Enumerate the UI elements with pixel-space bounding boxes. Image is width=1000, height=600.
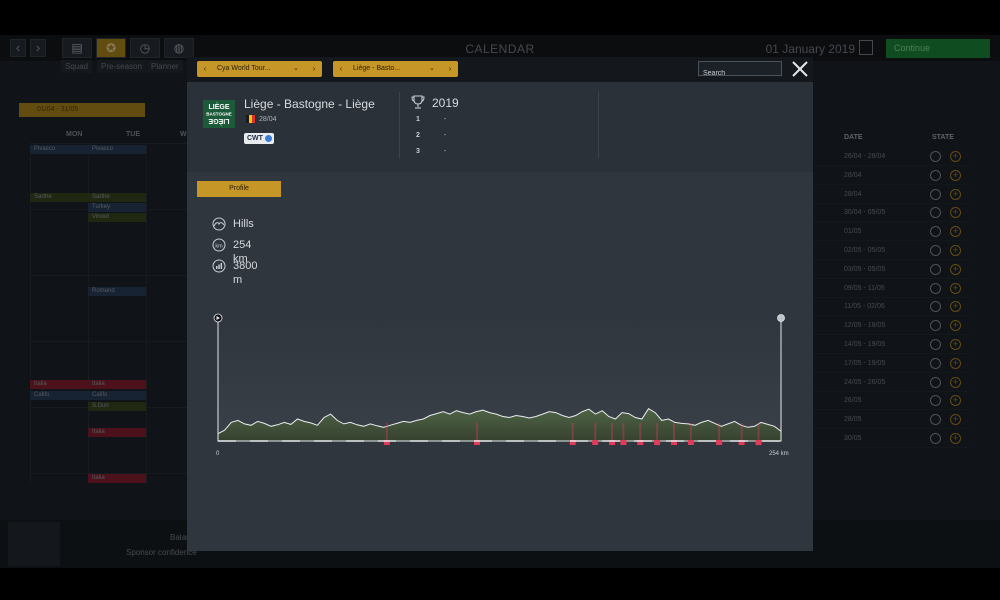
results-year: 2019 (432, 96, 459, 110)
next-arrow-icon[interactable]: › (444, 61, 456, 77)
svg-text:BASTOGNE: BASTOGNE (206, 112, 231, 117)
race-dropdown-label: Liège - Basto... (353, 65, 401, 72)
divider (399, 92, 400, 158)
search-input[interactable] (699, 67, 781, 80)
podium-rider: - (444, 148, 447, 155)
tour-dropdown[interactable]: ‹ Cya World Tour... ⌄ › (197, 61, 322, 77)
letterbox-top (0, 0, 1000, 35)
hills-icon (212, 217, 226, 231)
tour-dropdown-label: Cya World Tour... (217, 65, 271, 72)
profile-end-label: 254 km (769, 451, 789, 457)
distance-icon: km (212, 238, 226, 252)
stage-profile-chart (213, 313, 785, 445)
race-dropdown[interactable]: ‹ Liège - Basto... ⌄ › (333, 61, 458, 77)
next-arrow-icon[interactable]: › (308, 61, 320, 77)
podium-rider: - (444, 116, 447, 123)
podium-position: 3 (416, 148, 420, 155)
search-field[interactable] (698, 61, 782, 80)
elevation-value: 3800 m (233, 260, 258, 286)
race-info-panel: LIÈGE BASTOGNE LIÈGE Liège - Bastogne - … (187, 82, 813, 172)
profile-start-label: 0 (216, 451, 220, 457)
prev-arrow-icon[interactable]: ‹ (199, 61, 211, 77)
category-badge: CWT (244, 133, 274, 144)
podium-position: 1 (416, 116, 420, 123)
svg-text:km: km (215, 244, 223, 250)
finish-marker-icon (777, 314, 785, 322)
letterbox-bottom (0, 568, 1000, 600)
tab-profile[interactable]: Profile (197, 181, 281, 197)
prev-arrow-icon[interactable]: ‹ (335, 61, 347, 77)
terrain-value: Hills (233, 218, 254, 230)
race-name: Liège - Bastogne - Liège (244, 97, 375, 111)
svg-text:LIÈGE: LIÈGE (208, 102, 229, 111)
category-dot-icon (265, 135, 272, 142)
category-badge-label: CWT (247, 135, 263, 142)
divider (598, 92, 599, 158)
belgium-flag-icon (246, 115, 255, 123)
race-details-modal: ‹ Cya World Tour... ⌄ › ‹ Liège - Basto.… (187, 57, 813, 551)
podium-rider: - (444, 132, 447, 139)
podium-position: 2 (416, 132, 420, 139)
trophy-icon (411, 95, 425, 109)
race-logo: LIÈGE BASTOGNE LIÈGE (203, 100, 235, 128)
race-date: 28/04 (259, 116, 277, 123)
svg-text:LIÈGE: LIÈGE (208, 117, 229, 126)
chevron-down-icon: ⌄ (429, 65, 435, 72)
close-icon[interactable] (790, 59, 810, 79)
elevation-icon (212, 259, 226, 273)
modal-header: ‹ Cya World Tour... ⌄ › ‹ Liège - Basto.… (187, 57, 813, 82)
chevron-down-icon: ⌄ (293, 65, 299, 72)
